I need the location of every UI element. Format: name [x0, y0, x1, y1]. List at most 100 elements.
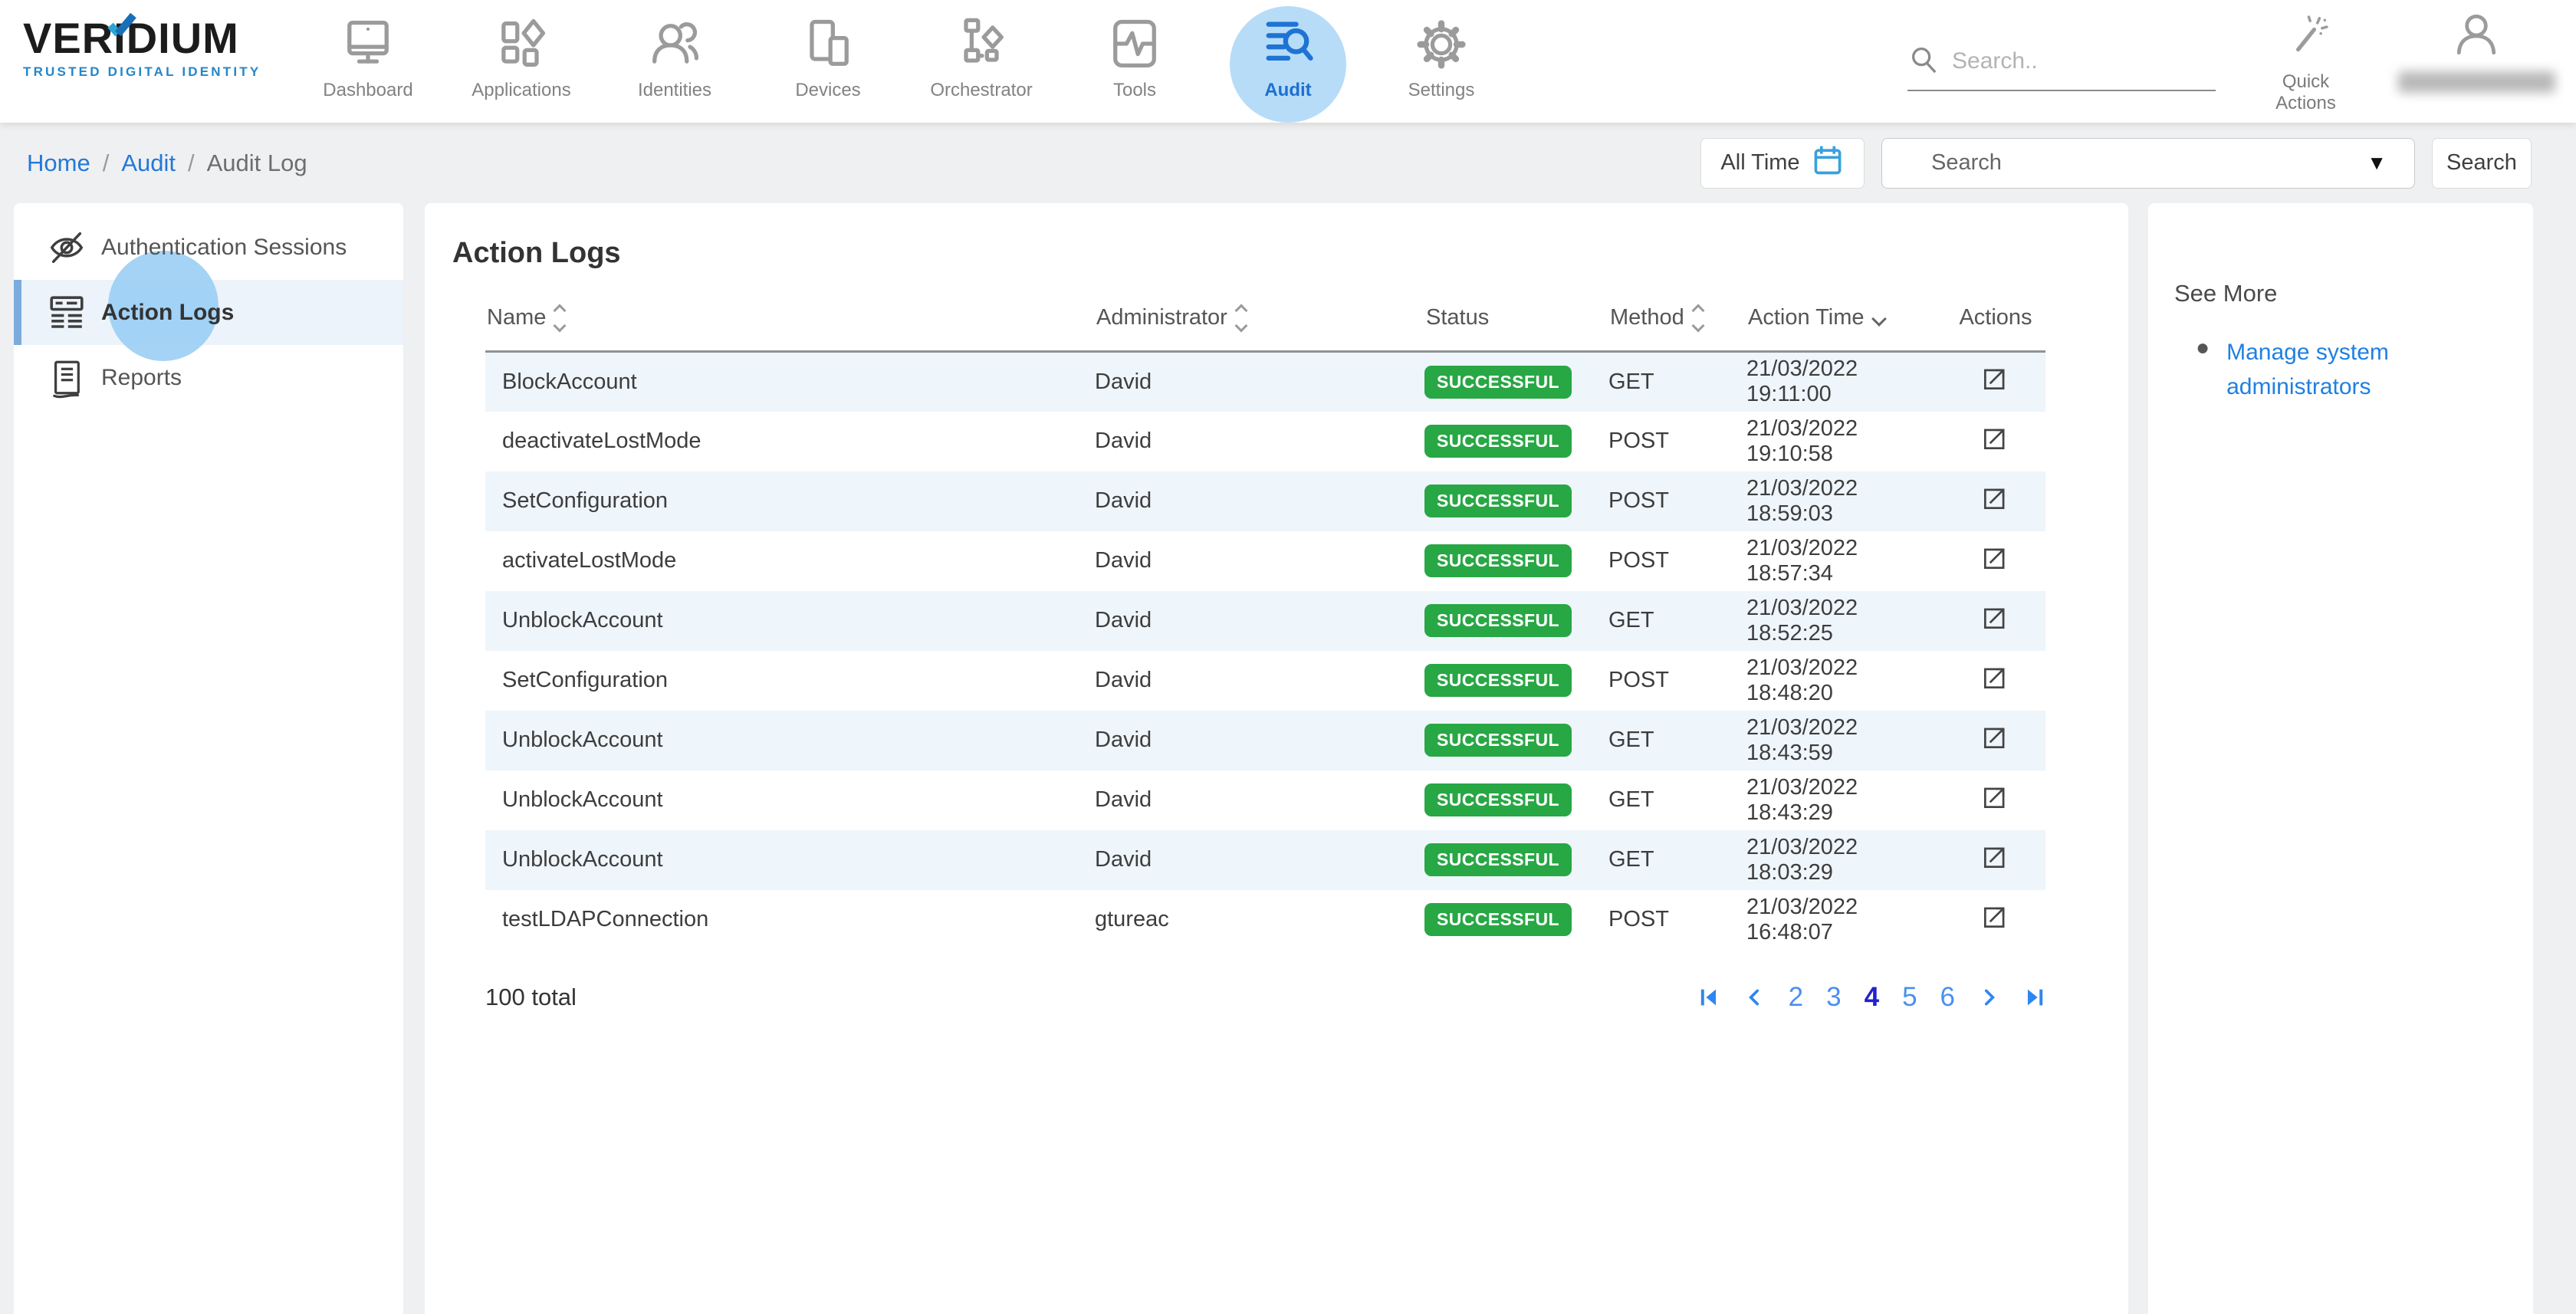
cell-status: SUCCESSFUL — [1424, 352, 1608, 412]
tools-icon — [1104, 12, 1165, 77]
breadcrumb-audit[interactable]: Audit — [121, 149, 176, 177]
open-log-button[interactable] — [1980, 843, 2009, 872]
cell-administrator: David — [1095, 531, 1424, 591]
first-page-icon[interactable] — [1698, 986, 1721, 1009]
cell-method: POST — [1608, 651, 1746, 711]
global-search-input[interactable] — [1952, 48, 2182, 74]
open-log-button[interactable] — [1980, 663, 2009, 692]
calendar-icon — [1811, 143, 1845, 184]
search-field-dropdown-value: Search — [1931, 150, 2002, 176]
nav-item-dashboard[interactable]: Dashboard — [291, 0, 445, 123]
prev-page-icon[interactable] — [1744, 987, 1766, 1008]
page-link-3[interactable]: 3 — [1826, 982, 1841, 1013]
cell-action-time: 21/03/2022 18:03:29 — [1746, 830, 1944, 890]
nav-item-devices[interactable]: Devices — [751, 0, 905, 123]
cell-administrator: David — [1095, 770, 1424, 830]
sidebar-item-reports[interactable]: Reports — [14, 345, 403, 410]
breadcrumb-home[interactable]: Home — [27, 149, 90, 177]
logo-tagline: TRUSTED DIGITAL IDENTITY — [23, 64, 314, 80]
sort-icon — [555, 306, 564, 330]
nav-item-identities[interactable]: Identities — [598, 0, 751, 123]
open-log-button[interactable] — [1980, 603, 2009, 632]
audit-icon — [1257, 12, 1319, 77]
status-badge: SUCCESSFUL — [1424, 485, 1572, 517]
sidebar-item-label: Reports — [101, 365, 182, 391]
cell-actions — [1944, 591, 2045, 651]
see-more-list: ● Manage system administrators — [2196, 335, 2502, 404]
veridium-logo[interactable]: VERI DIUM TRUSTED DIGITAL IDENTITY — [23, 17, 314, 80]
table-row: testLDAPConnectiongtureacSUCCESSFULPOST2… — [485, 890, 2045, 950]
search-field-dropdown[interactable]: Search ▼ — [1881, 138, 2415, 189]
cell-method: GET — [1608, 591, 1746, 651]
column-header-administrator[interactable]: Administrator — [1095, 290, 1424, 352]
global-search — [1907, 43, 2216, 91]
applications-icon — [491, 12, 552, 77]
page-link-4[interactable]: 4 — [1865, 982, 1879, 1013]
cell-method: GET — [1608, 770, 1746, 830]
cell-administrator: David — [1095, 711, 1424, 770]
manage-system-administrators-link[interactable]: Manage system administrators — [2226, 335, 2430, 404]
open-log-button[interactable] — [1980, 783, 2009, 812]
status-badge: SUCCESSFUL — [1424, 843, 1572, 876]
cell-status: SUCCESSFUL — [1424, 711, 1608, 770]
cell-administrator: David — [1095, 471, 1424, 531]
column-header-name[interactable]: Name — [485, 290, 1095, 352]
open-log-button[interactable] — [1980, 364, 2009, 393]
open-log-button[interactable] — [1980, 484, 2009, 513]
open-log-button[interactable] — [1980, 902, 2009, 931]
total-count-label: 100 total — [485, 984, 577, 1011]
table-header-row: NameAdministratorStatusMethodAction Time… — [485, 290, 2045, 352]
search-icon — [1907, 43, 1940, 79]
breadcrumb: Home/Audit/Audit Log — [27, 149, 307, 177]
cell-action-time: 21/03/2022 16:48:07 — [1746, 890, 1944, 950]
search-submit-button[interactable]: Search — [2432, 138, 2532, 189]
sidebar-item-label: Authentication Sessions — [101, 235, 347, 261]
quick-actions-button[interactable]: Quick Actions — [2250, 12, 2361, 114]
column-header-status: Status — [1424, 290, 1608, 352]
nav-item-label: Settings — [1408, 80, 1475, 101]
column-header-action-time[interactable]: Action Time — [1746, 290, 1944, 352]
open-log-button[interactable] — [1980, 723, 2009, 752]
user-menu[interactable] — [2388, 8, 2564, 93]
next-page-icon[interactable] — [1978, 987, 1999, 1008]
table-row: UnblockAccountDavidSUCCESSFULGET21/03/20… — [485, 830, 2045, 890]
time-filter-button[interactable]: All Time — [1700, 138, 1865, 189]
cell-name: UnblockAccount — [485, 591, 1095, 651]
page-link-2[interactable]: 2 — [1789, 982, 1803, 1013]
devices-icon — [797, 12, 859, 77]
nav-item-tools[interactable]: Tools — [1058, 0, 1211, 123]
time-filter-label: All Time — [1720, 150, 1799, 176]
cell-name: deactivateLostMode — [485, 412, 1095, 471]
nav-item-applications[interactable]: Applications — [445, 0, 598, 123]
nav-item-orchestrator[interactable]: Orchestrator — [905, 0, 1058, 123]
nav-item-settings[interactable]: Settings — [1365, 0, 1518, 123]
cell-administrator: David — [1095, 591, 1424, 651]
page-link-5[interactable]: 5 — [1902, 982, 1917, 1013]
cell-status: SUCCESSFUL — [1424, 412, 1608, 471]
audit-sidebar: Authentication Sessions Action Logs Repo… — [14, 203, 403, 1314]
cell-actions — [1944, 890, 2045, 950]
see-more-panel: See More ● Manage system administrators — [2148, 203, 2533, 1314]
user-avatar-icon — [2449, 53, 2504, 66]
last-page-icon[interactable] — [2022, 986, 2045, 1009]
page-link-6[interactable]: 6 — [1940, 982, 1955, 1013]
logo-checkmark-icon — [107, 5, 137, 48]
column-label: Actions — [1959, 305, 2032, 330]
open-log-button[interactable] — [1980, 424, 2009, 453]
nav-item-label: Orchestrator — [930, 80, 1032, 101]
cell-status: SUCCESSFUL — [1424, 651, 1608, 711]
status-badge: SUCCESSFUL — [1424, 604, 1572, 637]
see-more-title: See More — [2174, 280, 2502, 307]
eye-off-icon — [46, 227, 89, 268]
sidebar-item-authentication-sessions[interactable]: Authentication Sessions — [14, 215, 403, 280]
action-logs-icon — [46, 292, 89, 333]
column-header-method[interactable]: Method — [1608, 290, 1746, 352]
nav-item-audit[interactable]: Audit — [1211, 0, 1365, 123]
cell-actions — [1944, 770, 2045, 830]
cell-action-time: 21/03/2022 18:57:34 — [1746, 531, 1944, 591]
column-header-actions: Actions — [1944, 290, 2045, 352]
cell-name: UnblockAccount — [485, 830, 1095, 890]
cell-method: GET — [1608, 830, 1746, 890]
open-log-button[interactable] — [1980, 544, 2009, 573]
cell-actions — [1944, 352, 2045, 412]
